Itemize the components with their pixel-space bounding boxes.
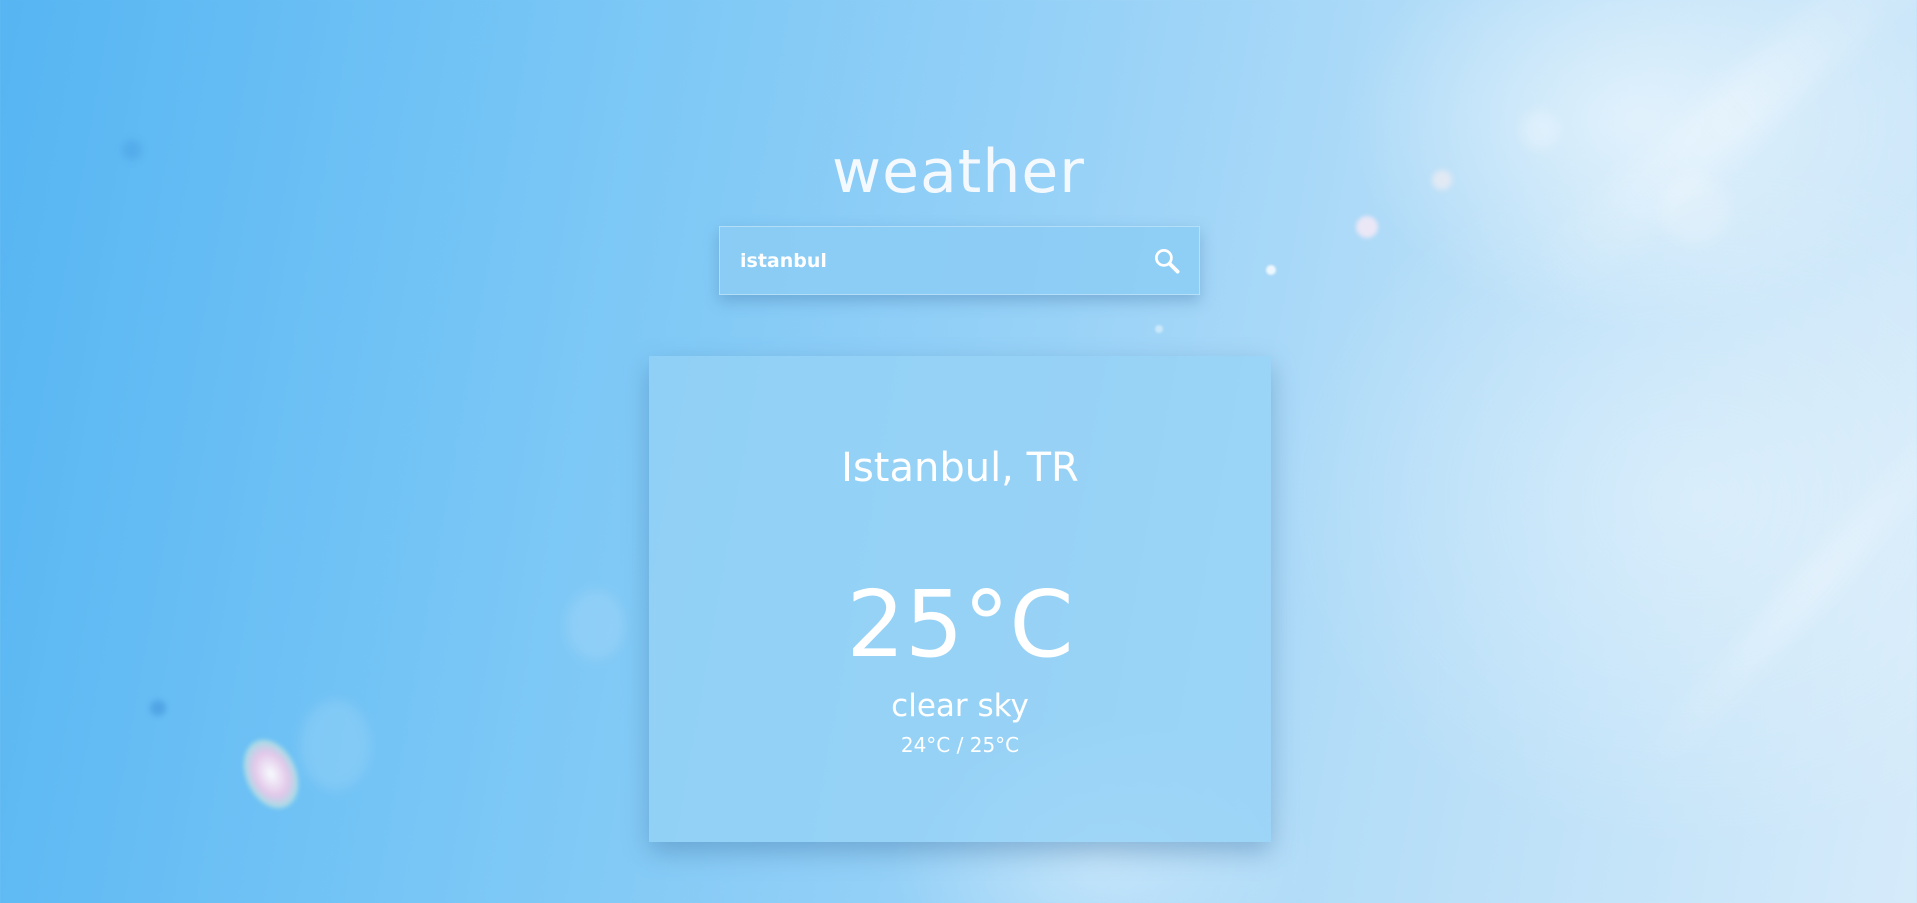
background-bokeh: [150, 700, 166, 716]
background-bokeh: [300, 700, 370, 790]
background-bokeh: [1266, 265, 1276, 275]
light-streak: [1632, 372, 1917, 784]
background-bokeh: [1356, 216, 1378, 238]
city-name: Istanbul, TR: [841, 445, 1079, 491]
search-bar: [719, 226, 1200, 295]
current-temperature: 25°C: [846, 571, 1074, 678]
weather-description: clear sky: [891, 688, 1029, 724]
app-title: weather: [832, 137, 1085, 207]
background-bokeh: [1155, 325, 1163, 333]
search-input[interactable]: [720, 227, 1135, 294]
temperature-range: 24°C / 25°C: [900, 733, 1020, 757]
background-bokeh: [565, 590, 625, 660]
search-button[interactable]: [1135, 227, 1199, 294]
lens-flare: [233, 730, 309, 818]
weather-card: Istanbul, TR 25°C clear sky 24°C / 25°C: [649, 356, 1271, 842]
search-icon: [1155, 248, 1180, 273]
